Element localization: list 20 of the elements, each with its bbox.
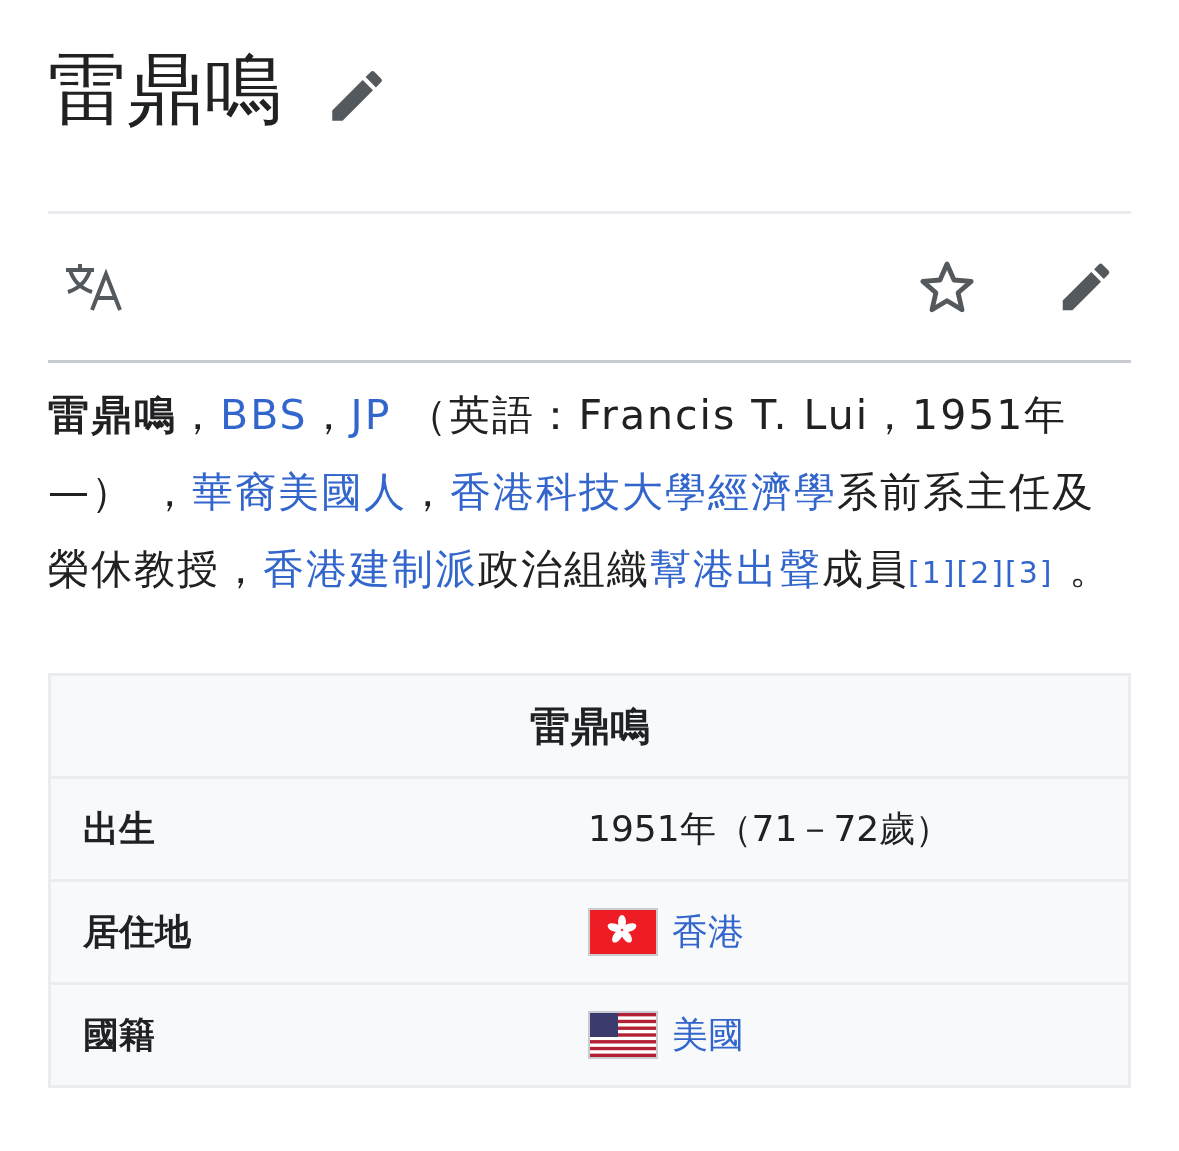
reference-link[interactable]: [3] xyxy=(1005,555,1054,590)
link[interactable]: JP xyxy=(350,391,392,439)
link[interactable]: 香港科技大學經濟學 xyxy=(450,468,838,516)
link[interactable]: BBS xyxy=(220,391,308,439)
link[interactable]: 香港建制派 xyxy=(263,545,478,593)
value-link[interactable]: 美國 xyxy=(672,1010,744,1060)
reference-link[interactable]: [2] xyxy=(956,555,1005,590)
link[interactable]: 幫港出聲 xyxy=(650,545,822,593)
reference-link[interactable]: [1] xyxy=(908,555,957,590)
row-label: 國籍 xyxy=(82,1012,156,1057)
flag-icon xyxy=(588,1011,658,1059)
link[interactable]: 華裔美國人 xyxy=(192,468,408,516)
value-link[interactable]: 香港 xyxy=(672,907,744,957)
infobox-title: 雷鼎鳴 xyxy=(51,676,1128,779)
row-label: 出生 xyxy=(82,806,156,851)
intro-paragraph: 雷鼎鳴，BBS，JP （英語：Francis T. Lui，1951年—） ，華裔美國人，香港科技大學經濟學系前系主任及榮休教授，香港建制派政治組織幫港出聲成員[1][2][3] 。 xyxy=(48,390,1113,595)
page-title: 雷鼎鳴 xyxy=(48,43,282,136)
row-value: 1951年（71－72歲） xyxy=(588,806,952,851)
flag-icon xyxy=(588,908,658,956)
row-label: 居住地 xyxy=(82,909,192,954)
